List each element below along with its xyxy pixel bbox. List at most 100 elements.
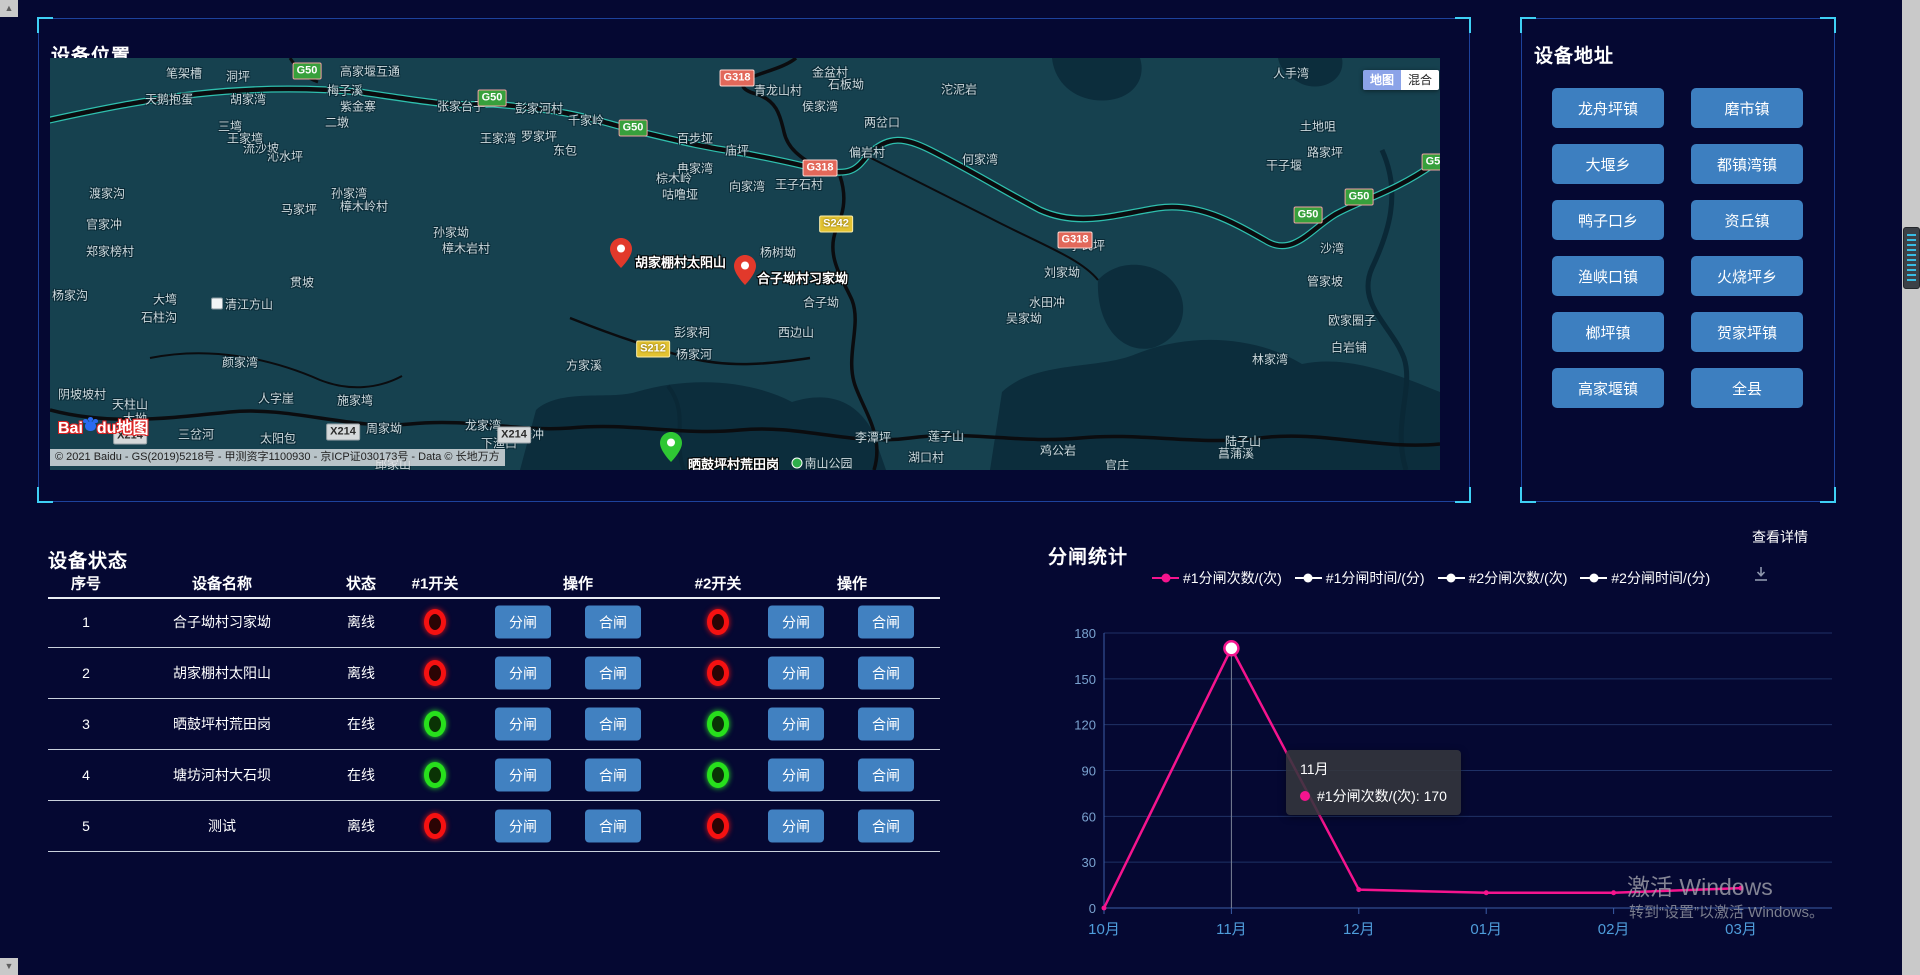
legend-item-1[interactable]: #1分闸次数/(次) — [1152, 568, 1282, 588]
baidu-map[interactable]: 笔架槽洞坪天鹅抱蛋胡家湾高家堰互通梅子溪紫金寨二墩三塆流沙坡沁水坪王家塆孙家湾樟… — [50, 58, 1440, 470]
park-icon — [791, 458, 802, 469]
address-button-12[interactable]: 全县 — [1691, 368, 1803, 408]
close-switch-button[interactable]: 合闸 — [858, 606, 914, 639]
map-place-label: 何家湾 — [962, 151, 998, 168]
open-switch-button[interactable]: 分闸 — [495, 708, 551, 741]
map-place-label: 王子石村 — [775, 176, 823, 193]
address-button-4[interactable]: 都镇湾镇 — [1691, 144, 1803, 184]
map-place-label: 颜家湾 — [222, 354, 258, 371]
open-switch-button[interactable]: 分闸 — [768, 606, 824, 639]
open-switch-button[interactable]: 分闸 — [768, 708, 824, 741]
map-place-label: 人手湾 — [1273, 65, 1309, 82]
scenic-icon — [211, 298, 223, 310]
legend-label: #1分闸次数/(次) — [1183, 568, 1282, 588]
row-2-status: 离线 — [347, 663, 375, 683]
legend-marker-icon — [1295, 577, 1322, 579]
windows-watermark: 激活 Windows — [1627, 868, 1773, 902]
table-row-divider — [48, 749, 940, 750]
open-switch-button[interactable]: 分闸 — [768, 759, 824, 792]
address-button-2[interactable]: 磨市镇 — [1691, 88, 1803, 128]
map-place-label: 土地咀 — [1300, 118, 1336, 135]
close-switch-button[interactable]: 合闸 — [585, 810, 641, 843]
map-type-hybrid-button[interactable]: 混合 — [1401, 70, 1439, 90]
road-badge-g50: G50 — [1345, 189, 1374, 206]
row-5-name: 测试 — [208, 816, 236, 836]
address-button-1[interactable]: 龙舟坪镇 — [1552, 88, 1664, 128]
address-button-8[interactable]: 火烧坪乡 — [1691, 256, 1803, 296]
row-2-no: 2 — [82, 665, 90, 681]
scrollbar-track[interactable] — [1902, 0, 1920, 975]
row-3-no: 3 — [82, 716, 90, 732]
scrollbar-thumb[interactable] — [1903, 227, 1920, 289]
close-switch-button[interactable]: 合闸 — [585, 708, 641, 741]
map-place-label: 杨家河 — [676, 346, 712, 363]
map-place-label: 施家塆 — [337, 392, 373, 409]
address-button-9[interactable]: 榔坪镇 — [1552, 312, 1664, 352]
open-switch-button[interactable]: 分闸 — [495, 657, 551, 690]
open-switch-button[interactable]: 分闸 — [495, 606, 551, 639]
scroll-down-button[interactable]: ▼ — [0, 958, 18, 975]
scroll-up-button[interactable]: ▲ — [0, 0, 18, 17]
map-place-label: 太阳包 — [260, 430, 296, 447]
map-place-label: 人字崖 — [258, 390, 294, 407]
close-switch-button[interactable]: 合闸 — [585, 759, 641, 792]
road-badge-g50: G50 — [1294, 207, 1323, 224]
open-switch-button[interactable]: 分闸 — [495, 759, 551, 792]
download-icon[interactable] — [1752, 565, 1770, 583]
legend-marker-icon — [1438, 577, 1465, 579]
road-badge-g318: G318 — [803, 160, 838, 177]
open-switch-button[interactable]: 分闸 — [495, 810, 551, 843]
map-place-label: 高家堰互通 — [340, 63, 400, 80]
chart-tooltip: 11月 #1分闸次数/(次): 170 — [1286, 750, 1461, 815]
address-button-3[interactable]: 大堰乡 — [1552, 144, 1664, 184]
map-place-label: 龙家湾 — [465, 417, 501, 434]
device-address-panel: 设备地址 龙舟坪镇磨市镇大堰乡都镇湾镇鸭子口乡资丘镇渔峡口镇火烧坪乡榔坪镇贺家坪… — [1521, 18, 1835, 502]
address-button-7[interactable]: 渔峡口镇 — [1552, 256, 1664, 296]
map-pin-red[interactable] — [734, 255, 756, 285]
map-place-label: 彭家河村 — [515, 100, 563, 117]
open-switch-button[interactable]: 分闸 — [768, 810, 824, 843]
map-place-label: 欧家圈子 — [1328, 312, 1376, 329]
table-header-4: 操作 — [563, 573, 593, 594]
view-details-link[interactable]: 查看详情 — [1752, 527, 1808, 547]
map-place-label: 李潭坪 — [855, 429, 891, 446]
address-button-11[interactable]: 高家堰镇 — [1552, 368, 1664, 408]
legend-label: #2分闸时间/(分) — [1611, 568, 1710, 588]
close-switch-button[interactable]: 合闸 — [585, 657, 641, 690]
device-address-title: 设备地址 — [1534, 41, 1614, 68]
address-button-5[interactable]: 鸭子口乡 — [1552, 200, 1664, 240]
map-place-label: 林家湾 — [1252, 351, 1288, 368]
road-badge-g318: G318 — [1058, 232, 1093, 249]
row-5-status: 离线 — [347, 816, 375, 836]
map-type-map-button[interactable]: 地图 — [1363, 70, 1401, 90]
map-place-label: 菖蒲溪 — [1218, 445, 1254, 462]
legend-item-4[interactable]: #2分闸时间/(分) — [1580, 568, 1710, 588]
map-place-label: 石柱沟 — [141, 309, 177, 326]
address-button-10[interactable]: 贺家坪镇 — [1691, 312, 1803, 352]
map-pin-green[interactable] — [660, 432, 682, 462]
close-switch-button[interactable]: 合闸 — [858, 759, 914, 792]
map-place-label: 刘家坳 — [1044, 264, 1080, 281]
baidu-logo[interactable]: Baidu地图 — [58, 414, 148, 438]
stats-title: 分闸统计 — [1048, 542, 1128, 569]
map-place-label: 官庄 — [1105, 457, 1129, 471]
map-place-label: 千家岭 — [568, 112, 604, 129]
svg-text:02月: 02月 — [1598, 921, 1630, 938]
road-badge-g318: G318 — [720, 70, 755, 87]
map-place-label: 阴坡坡村 — [58, 386, 106, 403]
close-switch-button[interactable]: 合闸 — [858, 810, 914, 843]
close-switch-button[interactable]: 合闸 — [858, 708, 914, 741]
legend-item-3[interactable]: #2分闸次数/(次) — [1438, 568, 1568, 588]
close-switch-button[interactable]: 合闸 — [858, 657, 914, 690]
map-place-label: 管家坡 — [1307, 273, 1343, 290]
open-switch-button[interactable]: 分闸 — [768, 657, 824, 690]
legend-item-2[interactable]: #1分闸时间/(分) — [1295, 568, 1425, 588]
svg-text:180: 180 — [1074, 626, 1096, 641]
address-button-6[interactable]: 资丘镇 — [1691, 200, 1803, 240]
row-1-no: 1 — [82, 614, 90, 630]
table-row-divider — [48, 647, 940, 648]
close-switch-button[interactable]: 合闸 — [585, 606, 641, 639]
map-place-label: 三岔河 — [178, 426, 214, 443]
table-header-3: #1开关 — [412, 573, 459, 594]
map-pin-red[interactable] — [610, 238, 632, 268]
